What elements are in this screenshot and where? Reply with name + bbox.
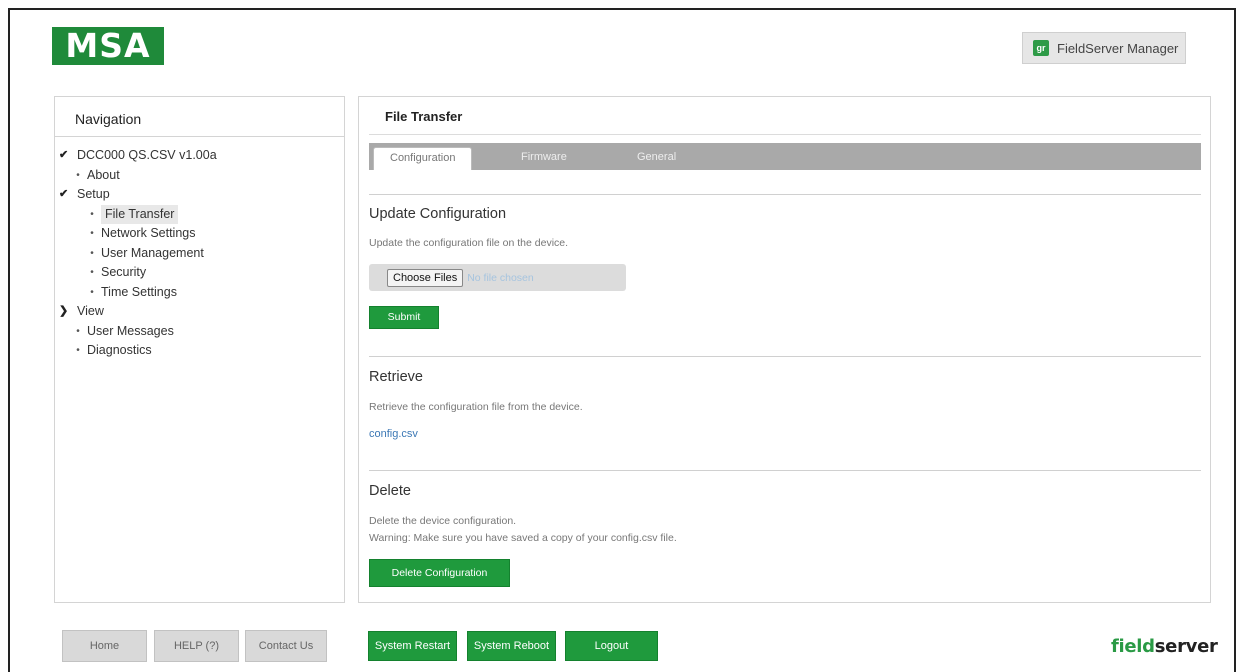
- navigation-title: Navigation: [55, 97, 344, 137]
- bullet-icon: •: [90, 208, 94, 220]
- brand-rest: server: [1154, 636, 1218, 657]
- fieldserver-manager-button[interactable]: gr FieldServer Manager: [1022, 32, 1186, 64]
- nav-item-time-settings[interactable]: • Time Settings: [55, 283, 344, 303]
- fieldserver-manager-label: FieldServer Manager: [1057, 40, 1179, 56]
- bullet-icon: •: [76, 345, 80, 356]
- nav-item-label: Security: [101, 265, 147, 279]
- delete-description: Delete the device configuration.: [369, 515, 517, 527]
- retrieve-description: Retrieve the configuration file from the…: [369, 401, 583, 413]
- nav-item-label: User Messages: [87, 323, 174, 338]
- divider: [369, 356, 1201, 357]
- bullet-icon: •: [90, 228, 94, 239]
- submit-button[interactable]: Submit: [369, 306, 439, 329]
- bullet-icon: •: [76, 169, 80, 181]
- retrieve-heading: Retrieve: [369, 369, 423, 385]
- logout-button[interactable]: Logout: [565, 631, 658, 661]
- tab-firmware[interactable]: Firmware: [505, 147, 583, 170]
- file-status: No file chosen: [467, 271, 534, 284]
- nav-item-user-messages[interactable]: • User Messages: [55, 322, 344, 342]
- divider: [369, 194, 1201, 195]
- delete-warning: Warning: Make sure you have saved a copy…: [369, 532, 677, 544]
- nav-item-about[interactable]: • About: [55, 166, 344, 186]
- system-restart-button[interactable]: System Restart: [368, 631, 457, 661]
- nav-item-user-management[interactable]: • User Management: [55, 244, 344, 264]
- nav-item-network-settings[interactable]: • Network Settings: [55, 224, 344, 244]
- choose-files-button[interactable]: Choose Files: [387, 268, 464, 287]
- brand-accent: field: [1111, 636, 1155, 657]
- nav-item-label: View: [77, 304, 104, 318]
- fieldserver-manager-icon: gr: [1033, 40, 1049, 56]
- nav-item-security[interactable]: • Security: [55, 263, 344, 283]
- nav-item-view[interactable]: ❯ View: [55, 302, 344, 322]
- delete-configuration-button[interactable]: Delete Configuration: [369, 559, 510, 587]
- divider: [369, 134, 1201, 135]
- navigation-tree: ✔ DCC000 QS.CSV v1.00a • About ✔ Setup •…: [55, 137, 344, 361]
- nav-item-label: Time Settings: [101, 284, 177, 299]
- help-button[interactable]: HELP (?): [154, 630, 239, 662]
- fieldserver-logo: fieldserver: [1111, 636, 1218, 657]
- system-reboot-button[interactable]: System Reboot: [467, 631, 556, 661]
- msa-logo: MSA: [52, 27, 164, 65]
- bullet-icon: •: [90, 286, 94, 298]
- nav-item-label: About: [87, 167, 120, 182]
- page-title: File Transfer: [385, 109, 463, 124]
- bullet-icon: •: [90, 267, 94, 278]
- nav-item-diagnostics[interactable]: • Diagnostics: [55, 341, 344, 361]
- nav-item-label: Setup: [77, 187, 110, 201]
- update-configuration-description: Update the configuration file on the dev…: [369, 237, 569, 249]
- config-csv-link[interactable]: config.csv: [369, 428, 418, 440]
- file-transfer-panel: File Transfer Configuration Firmware Gen…: [358, 96, 1211, 603]
- nav-item-file-transfer[interactable]: • File Transfer: [55, 204, 344, 224]
- chevron-right-icon[interactable]: ❯: [59, 302, 73, 322]
- nav-item-label: User Management: [101, 245, 204, 260]
- nav-item-device[interactable]: ✔ DCC000 QS.CSV v1.00a: [55, 146, 344, 166]
- delete-heading: Delete: [369, 483, 411, 499]
- home-button[interactable]: Home: [62, 630, 147, 662]
- tab-bar: Configuration Firmware General: [369, 143, 1201, 170]
- chevron-down-icon[interactable]: ✔: [59, 146, 73, 166]
- update-configuration-heading: Update Configuration: [369, 206, 507, 222]
- navigation-panel: Navigation ✔ DCC000 QS.CSV v1.00a • Abou…: [54, 96, 345, 603]
- nav-item-setup[interactable]: ✔ Setup: [55, 185, 344, 205]
- bullet-icon: •: [90, 247, 94, 259]
- bullet-icon: •: [76, 325, 80, 337]
- nav-item-label: File Transfer: [101, 204, 179, 224]
- nav-item-label: Network Settings: [101, 226, 196, 240]
- nav-item-label: DCC000 QS.CSV v1.00a: [77, 148, 217, 162]
- nav-item-label: Diagnostics: [87, 343, 152, 357]
- contact-us-button[interactable]: Contact Us: [245, 630, 327, 662]
- chevron-down-icon[interactable]: ✔: [59, 185, 73, 205]
- tab-configuration[interactable]: Configuration: [373, 147, 473, 170]
- file-picker: Choose Files No file chosen: [369, 264, 626, 291]
- tab-general[interactable]: General: [621, 147, 692, 170]
- divider: [369, 470, 1201, 471]
